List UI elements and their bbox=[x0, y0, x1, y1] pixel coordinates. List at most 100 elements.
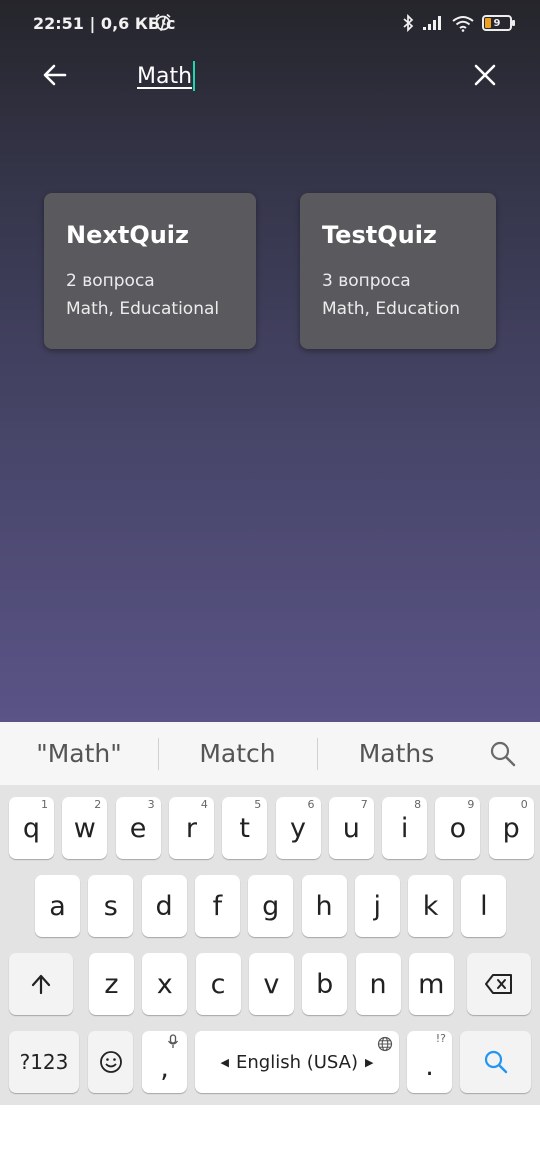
key-label: i bbox=[400, 812, 409, 844]
quiz-tags: Math, Educational bbox=[66, 299, 220, 319]
letter-key[interactable]: s bbox=[88, 875, 134, 937]
arrow-left-icon[interactable] bbox=[38, 58, 72, 92]
key-hint: 0 bbox=[520, 798, 528, 811]
key-label: w bbox=[73, 812, 96, 844]
key-label: y bbox=[290, 812, 306, 844]
close-icon[interactable] bbox=[468, 58, 502, 92]
letter-key[interactable]: f bbox=[194, 875, 240, 937]
key-label: z bbox=[104, 968, 119, 1000]
letter-key[interactable]: b bbox=[302, 953, 348, 1015]
space-left-arrow-icon: ◀ bbox=[220, 1055, 229, 1069]
battery-icon: 9 bbox=[482, 15, 515, 31]
letter-key[interactable]: x bbox=[142, 953, 188, 1015]
letter-key[interactable]: 7u bbox=[328, 797, 374, 859]
letter-key[interactable]: 0p bbox=[488, 797, 534, 859]
suggestion-item[interactable]: Maths bbox=[317, 722, 476, 785]
letter-key[interactable]: v bbox=[248, 953, 294, 1015]
comma-key[interactable]: , bbox=[142, 1031, 187, 1093]
wifi-icon bbox=[452, 15, 474, 32]
letter-key[interactable]: 9o bbox=[435, 797, 481, 859]
letter-key[interactable]: a bbox=[35, 875, 80, 937]
status-bar: 22:51 | 0,6 КБ/с 9 bbox=[0, 0, 540, 48]
letter-key[interactable]: l bbox=[461, 875, 507, 937]
space-label: English (USA) bbox=[235, 1051, 358, 1073]
key-label: h bbox=[315, 890, 333, 922]
period-label: . bbox=[425, 1050, 434, 1082]
letter-key[interactable]: 5t bbox=[222, 797, 268, 859]
key-hint: 7 bbox=[360, 798, 368, 811]
letter-key[interactable]: z bbox=[89, 953, 134, 1015]
comma-label: , bbox=[160, 1052, 169, 1084]
quiz-title: NextQuiz bbox=[66, 221, 189, 249]
letter-key[interactable]: d bbox=[141, 875, 187, 937]
search-query: Math bbox=[137, 63, 193, 89]
key-hint: 3 bbox=[147, 798, 155, 811]
emoji-icon bbox=[99, 1051, 122, 1073]
search-input[interactable]: Math bbox=[137, 60, 196, 92]
mic-icon bbox=[167, 1034, 179, 1048]
signal-icon bbox=[423, 16, 441, 30]
key-label: x bbox=[156, 968, 173, 1000]
key-hint: 2 bbox=[94, 798, 102, 811]
bluetooth-icon bbox=[403, 14, 414, 32]
key-hint: !? bbox=[435, 1032, 446, 1045]
letter-key[interactable]: 8i bbox=[382, 797, 428, 859]
key-hint: 5 bbox=[254, 798, 262, 811]
letter-key[interactable]: h bbox=[301, 875, 347, 937]
key-label: g bbox=[262, 890, 280, 922]
suggestion-item[interactable]: "Math" bbox=[0, 722, 158, 785]
quiz-title: TestQuiz bbox=[322, 221, 437, 249]
key-label: r bbox=[185, 812, 197, 844]
backspace-key[interactable] bbox=[467, 953, 531, 1015]
letter-key[interactable]: c bbox=[195, 953, 241, 1015]
key-label: o bbox=[449, 812, 467, 844]
shift-key[interactable] bbox=[9, 953, 73, 1015]
alarm-icon bbox=[155, 13, 171, 31]
key-label: v bbox=[263, 968, 280, 1000]
letter-key[interactable]: 2w bbox=[62, 797, 108, 859]
quiz-card[interactable]: TestQuiz 3 вопроса Math, Education bbox=[300, 193, 496, 349]
symbols-key[interactable]: ?123 bbox=[9, 1031, 79, 1093]
key-label: e bbox=[129, 812, 147, 844]
globe-icon bbox=[377, 1036, 393, 1052]
suggestion-bar: "Math" Match Maths bbox=[0, 722, 540, 785]
key-label: u bbox=[342, 812, 360, 844]
letter-key[interactable]: 1q bbox=[9, 797, 54, 859]
status-right-icons: 9 bbox=[402, 13, 515, 33]
letter-key[interactable]: 3e bbox=[115, 797, 161, 859]
key-label: d bbox=[155, 890, 173, 922]
space-key[interactable]: ◀ English (USA) ▶ bbox=[195, 1031, 399, 1093]
search-action-key[interactable] bbox=[460, 1031, 531, 1093]
letter-key[interactable]: m bbox=[408, 953, 454, 1015]
emoji-key[interactable] bbox=[88, 1031, 133, 1093]
nav-area bbox=[0, 1105, 540, 1170]
key-label: p bbox=[502, 812, 520, 844]
quiz-card[interactable]: NextQuiz 2 вопроса Math, Educational bbox=[44, 193, 256, 349]
letter-key[interactable]: g bbox=[248, 875, 294, 937]
on-screen-keyboard: "Math" Match Maths ?123 , ◀ English (USA… bbox=[0, 722, 540, 1105]
suggestion-item[interactable]: Match bbox=[158, 722, 317, 785]
key-label: q bbox=[22, 812, 41, 844]
key-label: t bbox=[239, 812, 250, 844]
key-label: c bbox=[210, 968, 226, 1000]
letter-key[interactable]: n bbox=[355, 953, 401, 1015]
letter-key[interactable]: j bbox=[354, 875, 400, 937]
key-hint: 6 bbox=[307, 798, 315, 811]
period-key[interactable]: !? . bbox=[407, 1031, 452, 1093]
app-screen: 22:51 | 0,6 КБ/с 9 Math NextQuiz 2 вопро… bbox=[0, 0, 540, 722]
key-label: f bbox=[212, 890, 223, 922]
key-label: j bbox=[373, 890, 382, 922]
letter-key[interactable]: 4r bbox=[168, 797, 214, 859]
key-label: n bbox=[369, 968, 387, 1000]
key-label: a bbox=[49, 890, 66, 922]
key-hint: 8 bbox=[414, 798, 422, 811]
search-icon[interactable] bbox=[488, 739, 518, 769]
quiz-question-count: 2 вопроса bbox=[66, 271, 155, 291]
letter-key[interactable]: k bbox=[408, 875, 454, 937]
quiz-question-count: 3 вопроса bbox=[322, 271, 411, 291]
backspace-icon bbox=[485, 974, 512, 994]
letter-key[interactable]: 6y bbox=[275, 797, 321, 859]
shift-icon bbox=[31, 974, 51, 995]
key-hint: 9 bbox=[467, 798, 475, 811]
key-hint: 1 bbox=[41, 798, 48, 811]
